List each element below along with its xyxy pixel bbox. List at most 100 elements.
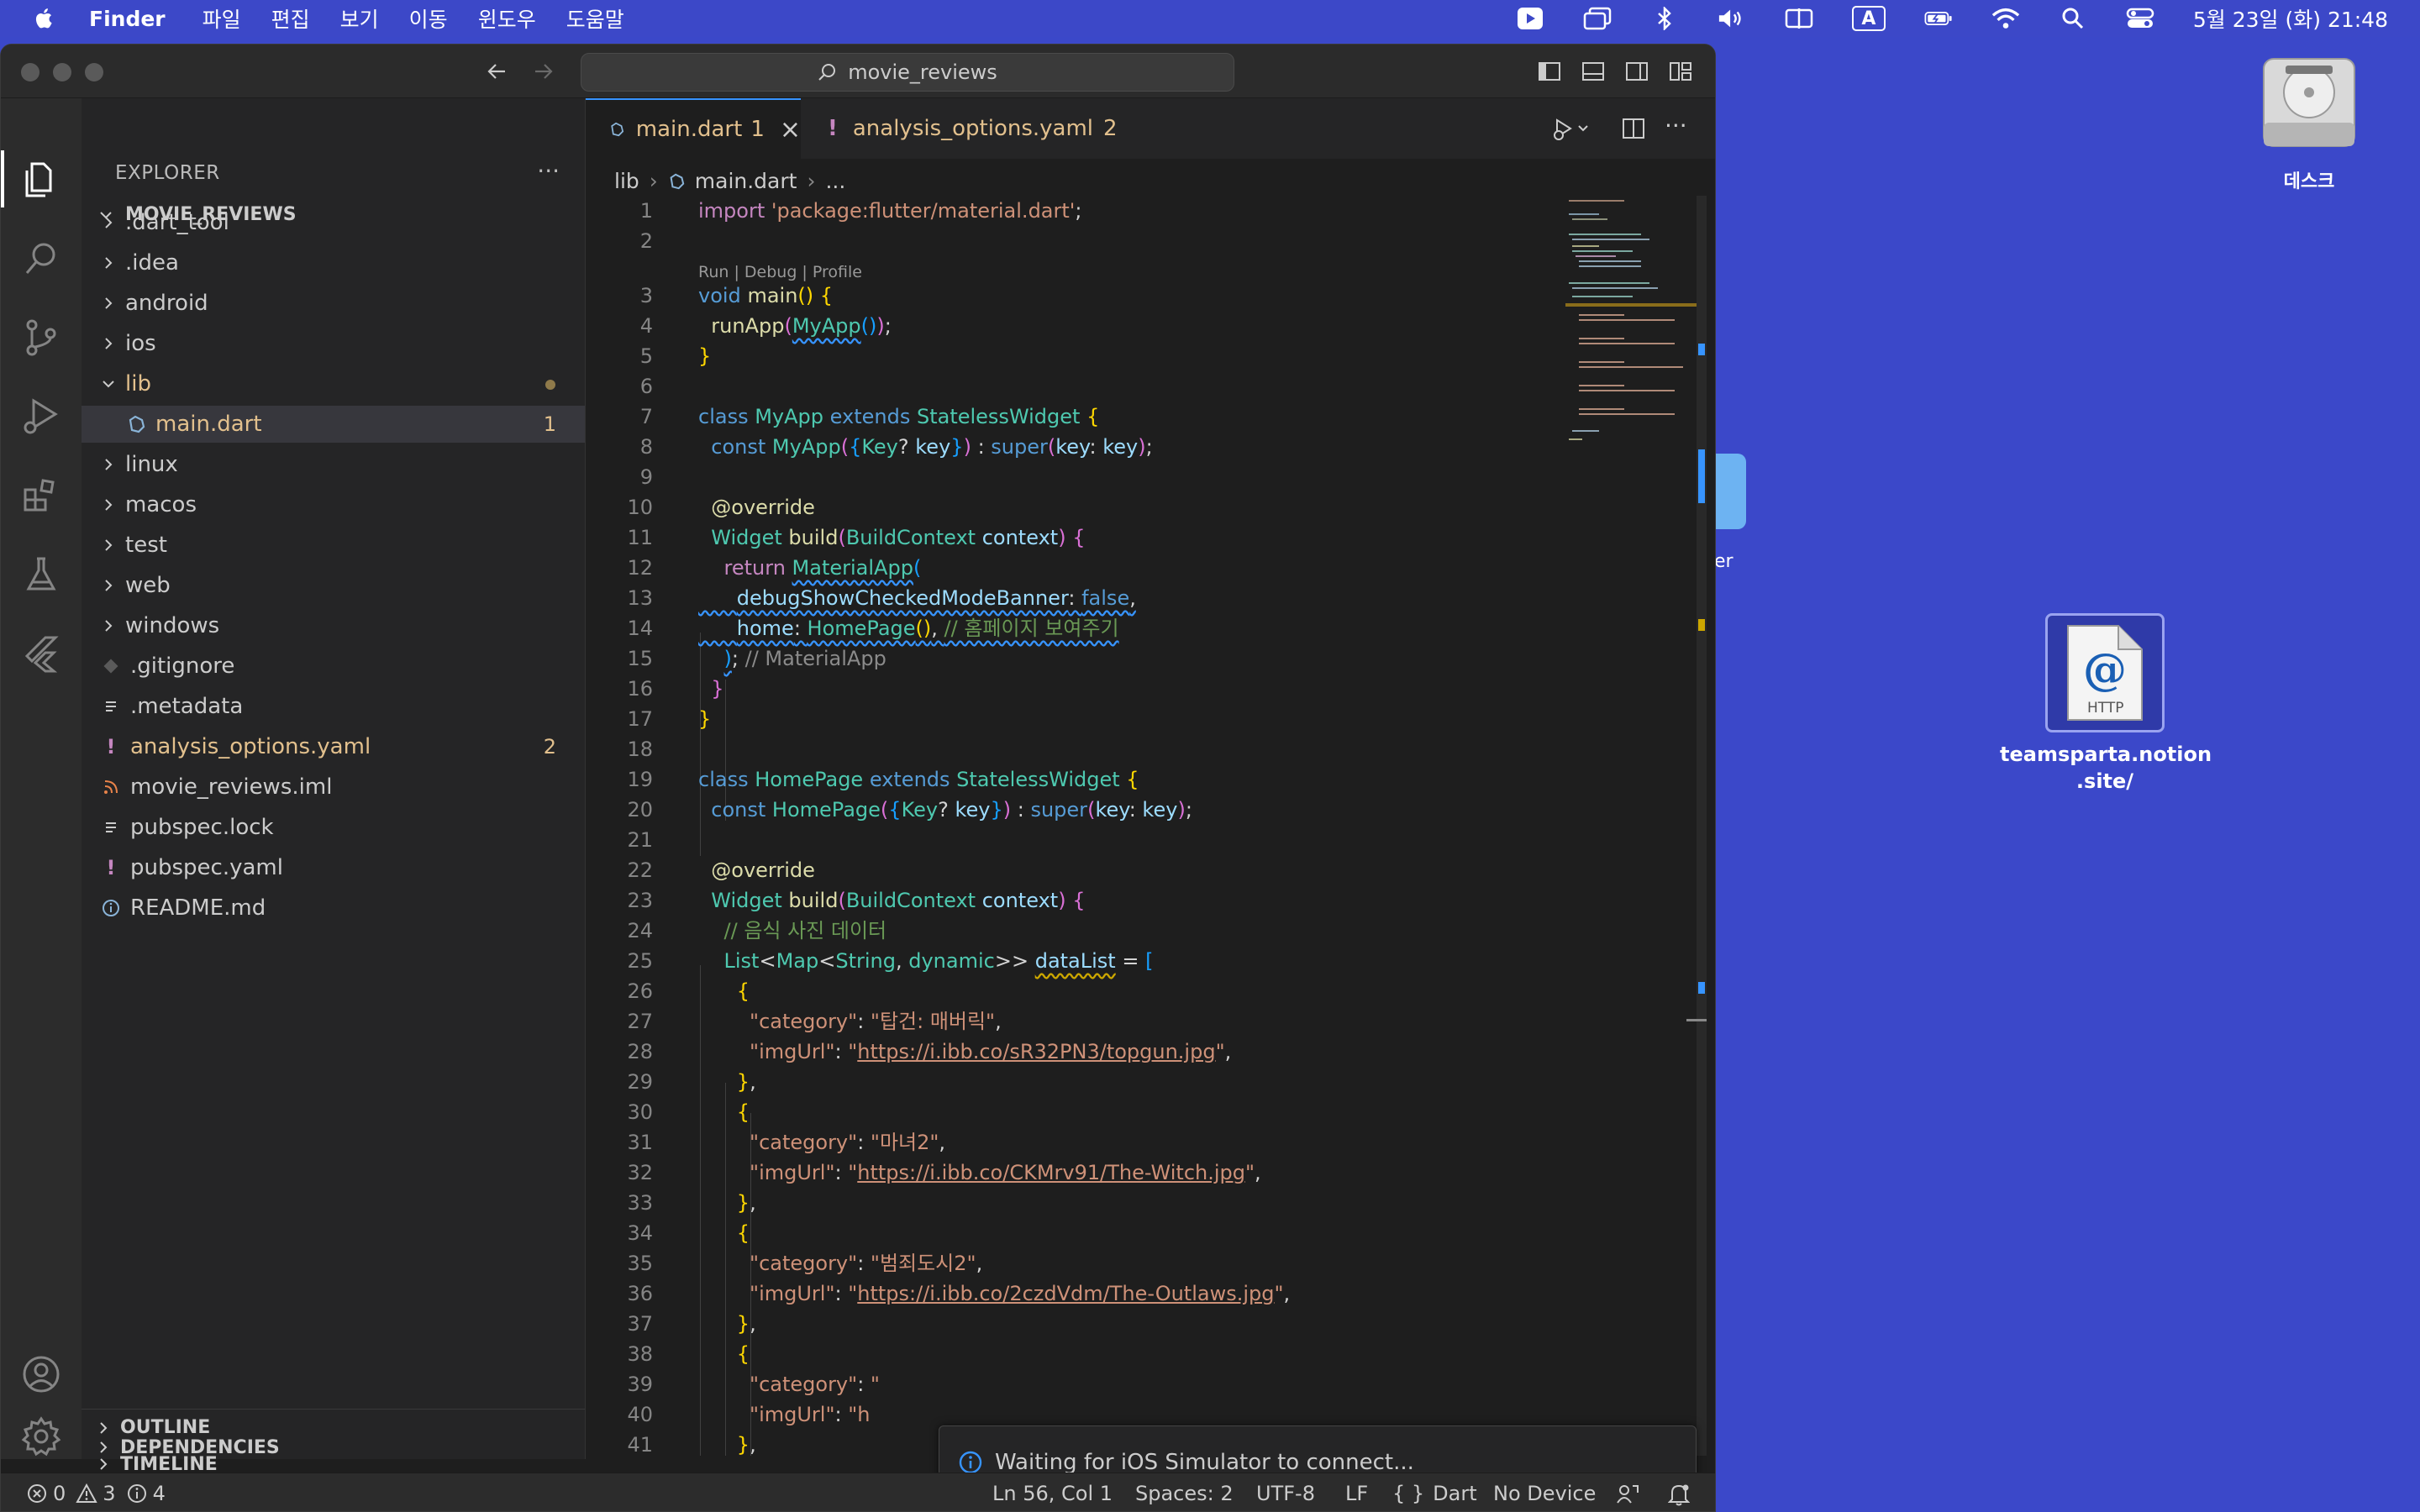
accounts-icon[interactable]	[20, 1353, 62, 1395]
file-tree-item[interactable]: pubspec.lock	[82, 809, 585, 846]
apple-menu-icon[interactable]	[32, 6, 57, 31]
forward-arrow-icon[interactable]	[530, 60, 555, 83]
line-number: 40	[627, 1403, 653, 1426]
menu-app-name[interactable]: Finder	[89, 7, 166, 31]
command-center-search[interactable]: movie_reviews	[581, 53, 1234, 92]
search-icon[interactable]	[20, 238, 62, 280]
notifications-bell-icon[interactable]	[1668, 1483, 1690, 1506]
source-control-icon[interactable]	[20, 317, 62, 359]
file-tree-item[interactable]: movie_reviews.iml	[82, 769, 585, 806]
file-tree-item[interactable]: test	[82, 527, 585, 564]
code-editor[interactable]: 1 import 'package:flutter/material.dart';…	[586, 196, 1678, 1456]
menu-go[interactable]: 이동	[409, 3, 448, 34]
indentation[interactable]: Spaces: 2	[1135, 1473, 1234, 1511]
file-tree-item[interactable]: main.dart 1	[82, 406, 585, 443]
code-line: 35 "category": "범죄도시2",	[586, 1248, 1678, 1278]
volume-icon[interactable]	[1718, 7, 1746, 30]
menu-view[interactable]: 보기	[340, 3, 379, 34]
window-close-button[interactable]	[21, 63, 39, 81]
wifi-icon[interactable]	[1991, 7, 2020, 30]
line-number: 12	[627, 556, 653, 580]
minimap[interactable]	[1565, 196, 1700, 490]
file-tree-item[interactable]: .gitignore	[82, 648, 585, 685]
spotlight-search-icon[interactable]	[2059, 7, 2087, 30]
language-mode[interactable]: { } Dart	[1392, 1473, 1477, 1511]
customize-layout-icon[interactable]	[1668, 60, 1693, 83]
toggle-secondary-sidebar-icon[interactable]	[1624, 60, 1649, 83]
editor-scrollbar[interactable]	[1686, 196, 1707, 1456]
code-line: 38 {	[586, 1339, 1678, 1369]
menu-window[interactable]: 윈도우	[478, 3, 536, 34]
explorer-more-actions[interactable]: ···	[537, 157, 560, 185]
file-tree-item[interactable]: ! pubspec.yaml	[82, 849, 585, 886]
chevron-right-icon	[98, 255, 118, 271]
cursor-position[interactable]: Ln 56, Col 1	[992, 1473, 1113, 1511]
file-tree-item[interactable]: windows	[82, 607, 585, 644]
menu-file[interactable]: 파일	[203, 3, 241, 34]
file-tree-item[interactable]: ios	[82, 325, 585, 362]
file-tree-item[interactable]: .dart_tool	[82, 204, 585, 241]
menu-help[interactable]: 도움말	[566, 3, 624, 34]
screen-record-icon[interactable]	[1516, 7, 1544, 30]
window-minimize-button[interactable]	[53, 63, 71, 81]
input-source-icon[interactable]: A	[1851, 6, 1886, 31]
back-arrow-icon[interactable]	[485, 60, 510, 83]
problems-indicator[interactable]: 0 3 4	[26, 1473, 166, 1511]
file-tree-item[interactable]: .idea	[82, 244, 585, 281]
file-tree-item-label: README.md	[130, 895, 266, 921]
tab-close-icon[interactable]: ×	[780, 115, 801, 144]
file-tree-item[interactable]: ! analysis_options.yaml 2	[82, 728, 585, 765]
run-debug-icon[interactable]	[20, 396, 62, 438]
tab-analysis-options-label: analysis_options.yaml	[852, 116, 1094, 141]
file-tree-item[interactable]: android	[82, 285, 585, 322]
line-number: 25	[627, 949, 653, 973]
desktop-folder-partial[interactable]	[1711, 454, 1746, 529]
tab-analysis-options[interactable]: ! analysis_options.yaml 2	[802, 98, 1118, 159]
file-tree-item-label: lib	[125, 371, 151, 396]
window-zoom-button[interactable]	[85, 63, 103, 81]
device-selector[interactable]: No Device	[1493, 1473, 1596, 1511]
file-tree-item[interactable]: .metadata	[82, 688, 585, 725]
encoding[interactable]: UTF-8	[1256, 1473, 1315, 1511]
code-line: 24 // 음식 사진 데이터	[586, 916, 1678, 946]
menubar-clock[interactable]: 5월 23일 (화) 21:48	[2193, 3, 2388, 34]
codelens-run-debug[interactable]: Run | Debug | Profile	[698, 263, 862, 281]
toggle-primary-sidebar-icon[interactable]	[1537, 60, 1562, 83]
battery-icon[interactable]	[1924, 7, 1953, 30]
breadcrumb-symbols[interactable]: ...	[825, 169, 845, 193]
breadcrumb-file[interactable]: main.dart	[695, 169, 797, 193]
yaml-file-icon: !	[106, 735, 116, 759]
toggle-panel-icon[interactable]	[1581, 60, 1606, 83]
file-tree-item[interactable]: web	[82, 567, 585, 604]
file-tree-item[interactable]: linux	[82, 446, 585, 483]
code-line: 3 void main() {	[586, 281, 1678, 311]
control-center-icon[interactable]	[2126, 7, 2154, 30]
tab-main-dart[interactable]: main.dart 1 ×	[586, 98, 801, 159]
breadcrumb-folder[interactable]: lib	[614, 169, 639, 193]
editor-more-actions[interactable]: ···	[1665, 112, 1687, 139]
bluetooth-icon[interactable]	[1650, 7, 1679, 30]
stage-manager-icon[interactable]	[1583, 7, 1612, 30]
flutter-icon[interactable]	[20, 633, 62, 675]
line-endings[interactable]: LF	[1345, 1473, 1368, 1511]
file-tree-item[interactable]: README.md	[82, 890, 585, 927]
split-editor-icon[interactable]	[1621, 117, 1646, 140]
file-tree-item-label: analysis_options.yaml	[130, 734, 371, 759]
file-tree-item[interactable]: lib	[82, 365, 585, 402]
dependencies-section[interactable]: DEPENDENCIES	[82, 1429, 585, 1466]
scrollbar-marker	[1698, 344, 1705, 355]
file-tree-item[interactable]: macos	[82, 486, 585, 523]
extensions-icon[interactable]	[20, 475, 62, 517]
display-mirror-icon[interactable]	[1785, 7, 1813, 30]
explorer-files-icon[interactable]	[20, 159, 62, 201]
run-debug-dropdown-icon[interactable]	[1552, 117, 1589, 142]
desktop-disk-item[interactable]: 데스크	[2257, 52, 2361, 193]
settings-gear-icon[interactable]	[20, 1415, 62, 1457]
info-icon	[127, 1484, 146, 1503]
code-line: 22 @override	[586, 855, 1678, 885]
chevron-right-icon	[98, 617, 118, 634]
feedback-icon[interactable]	[1616, 1483, 1639, 1504]
testing-flask-icon[interactable]	[20, 554, 62, 596]
menu-edit[interactable]: 편집	[271, 3, 310, 34]
info-count: 4	[152, 1482, 166, 1505]
